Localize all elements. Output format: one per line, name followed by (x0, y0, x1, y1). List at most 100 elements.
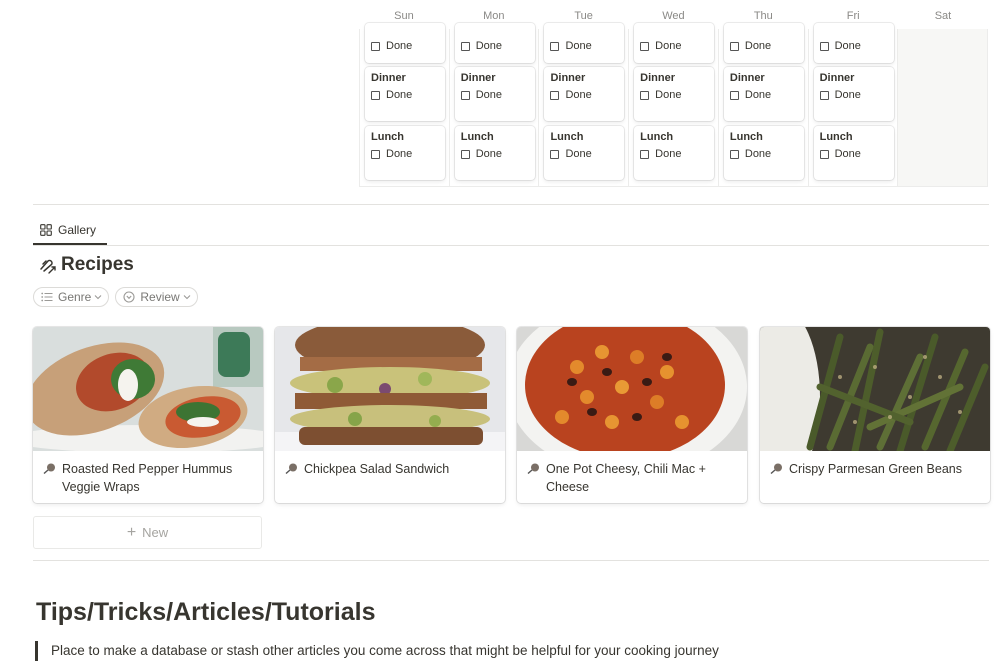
meal-card[interactable]: Dinner Done (813, 67, 894, 121)
calendar-day-mon[interactable]: Done Dinner Done Lunch Done (450, 23, 540, 186)
database-title[interactable]: Recipes (38, 254, 134, 276)
filter-review[interactable]: Review (115, 287, 198, 307)
pushpin-icon (527, 463, 539, 474)
section-divider (33, 560, 989, 561)
pushpin-icon (43, 463, 55, 474)
done-checkbox[interactable] (371, 41, 380, 51)
done-checkbox-row[interactable]: Done (371, 148, 412, 160)
done-label: Done (475, 40, 503, 52)
recipe-card-green-beans[interactable]: Crispy Parmesan Green Beans (760, 327, 990, 503)
calendar-day-fri[interactable]: Done Dinner Done Lunch Done (809, 23, 899, 186)
new-recipe-label: New (142, 525, 169, 540)
done-checkbox-row[interactable]: Done (640, 40, 681, 52)
list-icon (41, 292, 53, 302)
done-checkbox-row[interactable]: Done (550, 148, 592, 160)
done-checkbox[interactable] (640, 149, 650, 159)
meal-card[interactable]: Dinner Done (454, 67, 535, 121)
calendar-day-tue[interactable]: Done Dinner Done Lunch Done (539, 23, 630, 186)
meal-card[interactable]: Done (454, 23, 535, 63)
done-checkbox[interactable] (729, 41, 739, 51)
meal-card-title: Lunch (729, 131, 763, 143)
done-checkbox-row[interactable]: Done (819, 148, 861, 160)
recipe-card-hummus-wraps[interactable]: Roasted Red Pepper Hummus Veggie Wraps (33, 327, 263, 503)
done-checkbox[interactable] (819, 149, 829, 159)
recipe-card-chickpea-sandwich[interactable]: Chickpea Salad Sandwich (275, 327, 505, 503)
done-label: Done (475, 148, 503, 160)
done-label: Done (386, 148, 413, 160)
done-label: Done (834, 148, 861, 160)
recipe-card-title-row: One Pot Cheesy, Chili Mac + Cheese (527, 460, 737, 496)
meal-card[interactable]: Dinner Done (723, 67, 804, 121)
done-checkbox[interactable] (371, 149, 380, 159)
tab-gallery[interactable]: Gallery (33, 216, 107, 245)
done-checkbox[interactable] (550, 149, 560, 159)
done-checkbox[interactable] (550, 90, 560, 100)
done-checkbox[interactable] (460, 90, 470, 100)
done-checkbox-row[interactable]: Done (460, 40, 503, 52)
recipe-card-title: Roasted Red Pepper Hummus Veggie Wraps (62, 462, 233, 494)
meal-card[interactable]: Done (634, 23, 715, 63)
done-label: Done (655, 89, 682, 101)
done-checkbox-row[interactable]: Done (729, 148, 771, 160)
done-checkbox[interactable] (460, 149, 470, 159)
meal-card[interactable]: Done (365, 23, 445, 63)
calendar-day-sat[interactable] (898, 29, 989, 186)
done-label: Done (475, 89, 503, 101)
recipe-card-title: Chickpea Salad Sandwich (304, 462, 450, 476)
meal-card-title: Dinner (550, 72, 586, 84)
meal-card-title: Lunch (819, 131, 853, 143)
done-label: Done (565, 40, 592, 52)
done-label: Done (565, 148, 592, 160)
done-label: Done (386, 40, 413, 52)
calendar-day-thu[interactable]: Done Dinner Done Lunch Done (719, 23, 809, 186)
done-checkbox[interactable] (550, 41, 560, 51)
done-checkbox[interactable] (819, 90, 829, 100)
meal-card[interactable]: Dinner Done (365, 67, 445, 121)
done-checkbox-row[interactable]: Done (819, 40, 861, 52)
done-checkbox[interactable] (460, 41, 470, 51)
done-checkbox-row[interactable]: Done (550, 40, 592, 52)
done-checkbox-row[interactable]: Done (640, 89, 681, 101)
filter-genre[interactable]: Genre (33, 287, 110, 307)
done-checkbox[interactable] (819, 41, 829, 51)
recipe-card-chili-mac[interactable]: One Pot Cheesy, Chili Mac + Cheese (517, 327, 747, 503)
meal-card-title: Dinner (460, 72, 496, 84)
done-checkbox-row[interactable]: Done (371, 40, 412, 52)
meal-card[interactable]: Done (813, 23, 894, 63)
done-checkbox[interactable] (729, 90, 739, 100)
done-checkbox-row[interactable]: Done (729, 89, 771, 101)
meal-card[interactable]: Dinner Done (634, 67, 715, 121)
meal-card[interactable]: Lunch Done (365, 126, 445, 180)
done-checkbox-row[interactable]: Done (460, 148, 503, 160)
meal-card[interactable]: Dinner Done (544, 67, 625, 121)
done-checkbox-row[interactable]: Done (640, 148, 681, 160)
meal-card[interactable]: Done (544, 23, 625, 63)
recipe-card-title: Crispy Parmesan Green Beans (789, 462, 962, 476)
done-label: Done (834, 89, 861, 101)
done-checkbox[interactable] (640, 90, 650, 100)
done-checkbox[interactable] (729, 149, 739, 159)
calendar-day-sun[interactable]: Done Dinner Done Lunch Done (360, 23, 450, 186)
done-checkbox-row[interactable]: Done (550, 89, 592, 101)
meal-card[interactable]: Lunch Done (454, 126, 535, 180)
meal-card[interactable]: Lunch Done (634, 126, 715, 180)
meal-card[interactable]: Done (723, 23, 804, 63)
done-checkbox[interactable] (371, 90, 380, 100)
done-checkbox-row[interactable]: Done (460, 89, 503, 101)
done-checkbox-row[interactable]: Done (819, 89, 861, 101)
recipe-thumbnail-chili-mac (517, 327, 747, 451)
section-divider (33, 204, 989, 205)
tab-divider (33, 245, 989, 246)
done-checkbox-row[interactable]: Done (371, 89, 412, 101)
meal-card[interactable]: Lunch Done (723, 126, 804, 180)
chevron-down-icon (94, 295, 102, 300)
meal-card[interactable]: Lunch Done (544, 126, 625, 180)
new-recipe-button[interactable]: + New (33, 516, 262, 549)
done-checkbox-row[interactable]: Done (729, 40, 771, 52)
done-checkbox[interactable] (640, 41, 650, 51)
calendar-day-wed[interactable]: Done Dinner Done Lunch Done (629, 23, 719, 186)
filter-genre-label: Genre (58, 290, 92, 304)
meal-card-title: Lunch (371, 131, 404, 143)
meal-card[interactable]: Lunch Done (813, 126, 894, 180)
recipe-thumbnail-green-beans (760, 327, 990, 451)
